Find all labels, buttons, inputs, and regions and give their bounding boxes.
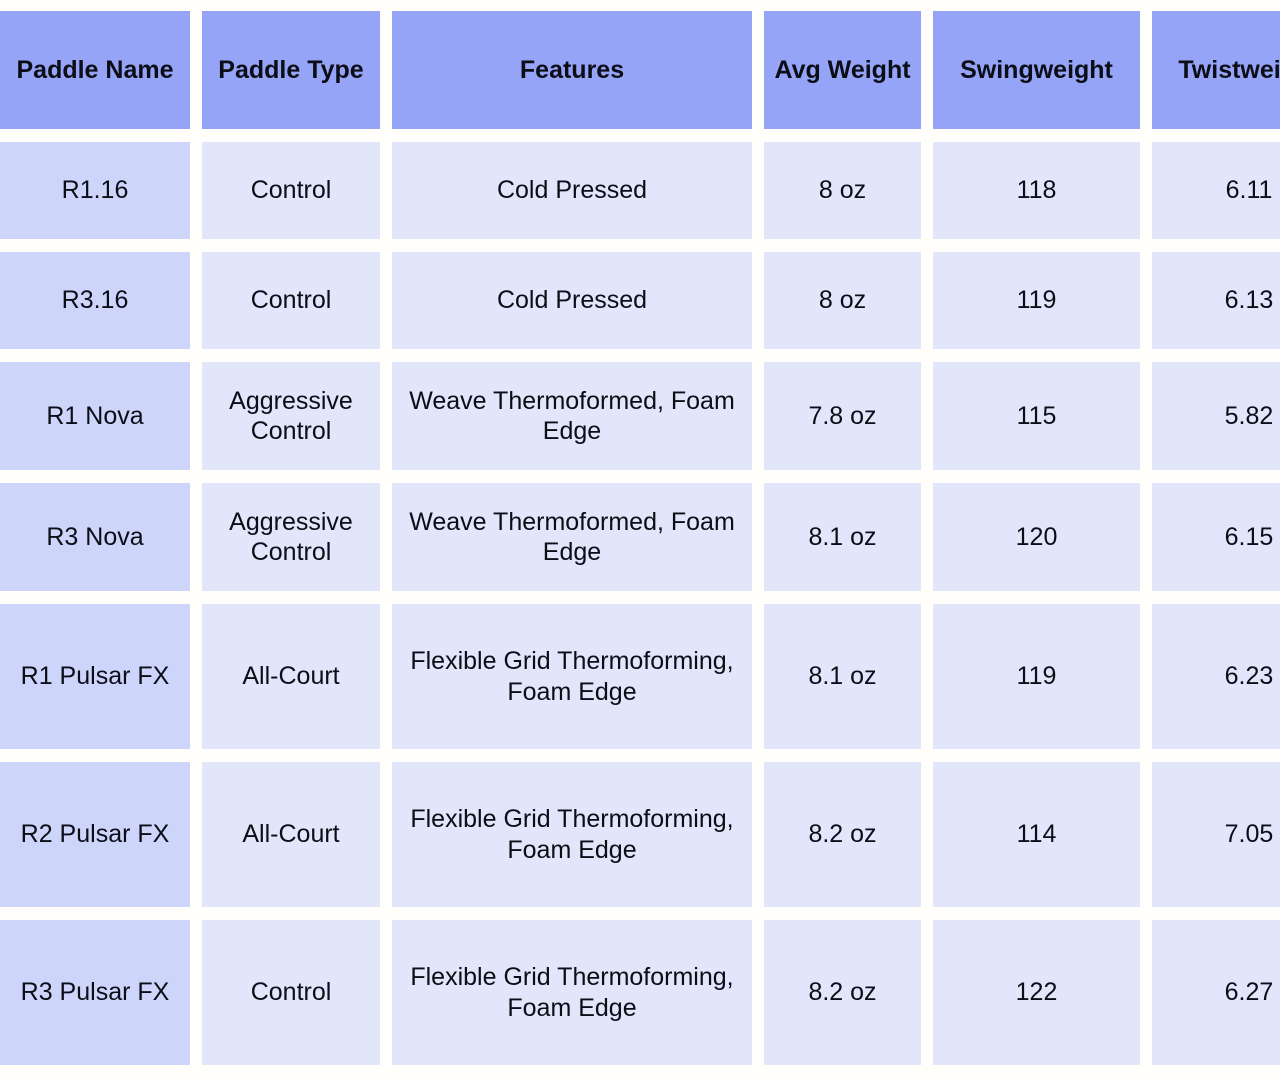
table-header: Paddle Name Paddle Type Features Avg Wei… xyxy=(0,11,1280,129)
paddle-comparison-table-container: Paddle Name Paddle Type Features Avg Wei… xyxy=(0,0,1280,1078)
cell-features: Flexible Grid Thermoforming, Foam Edge xyxy=(392,604,752,749)
table-row: R3.16 Control Cold Pressed 8 oz 119 6.13 xyxy=(0,252,1280,349)
cell-paddle-type: Control xyxy=(202,920,380,1065)
cell-paddle-name: R3.16 xyxy=(0,252,190,349)
table-row: R1.16 Control Cold Pressed 8 oz 118 6.11 xyxy=(0,142,1280,239)
cell-paddle-name: R2 Pulsar FX xyxy=(0,762,190,907)
column-header-features[interactable]: Features xyxy=(392,11,752,129)
column-header-paddle-type[interactable]: Paddle Type xyxy=(202,11,380,129)
cell-twistweight: 6.23 xyxy=(1152,604,1280,749)
column-header-paddle-name[interactable]: Paddle Name xyxy=(0,11,190,129)
column-header-avg-weight[interactable]: Avg Weight xyxy=(764,11,921,129)
cell-features: Flexible Grid Thermoforming, Foam Edge xyxy=(392,920,752,1065)
cell-twistweight: 6.13 xyxy=(1152,252,1280,349)
table-row: R1 Pulsar FX All-Court Flexible Grid The… xyxy=(0,604,1280,749)
cell-avg-weight: 8.2 oz xyxy=(764,762,921,907)
cell-features: Cold Pressed xyxy=(392,252,752,349)
column-header-twistweight[interactable]: Twistweight xyxy=(1152,11,1280,129)
header-row: Paddle Name Paddle Type Features Avg Wei… xyxy=(0,11,1280,129)
cell-avg-weight: 8 oz xyxy=(764,142,921,239)
cell-avg-weight: 8.1 oz xyxy=(764,604,921,749)
cell-twistweight: 7.05 xyxy=(1152,762,1280,907)
cell-twistweight: 6.15 xyxy=(1152,483,1280,591)
cell-twistweight: 6.11 xyxy=(1152,142,1280,239)
cell-paddle-name: R3 Nova xyxy=(0,483,190,591)
cell-paddle-type: Aggressive Control xyxy=(202,362,380,470)
cell-features: Cold Pressed xyxy=(392,142,752,239)
cell-avg-weight: 7.8 oz xyxy=(764,362,921,470)
cell-avg-weight: 8.2 oz xyxy=(764,920,921,1065)
cell-twistweight: 5.82 xyxy=(1152,362,1280,470)
table-row: R3 Nova Aggressive Control Weave Thermof… xyxy=(0,483,1280,591)
cell-swingweight: 119 xyxy=(933,604,1140,749)
cell-paddle-type: All-Court xyxy=(202,604,380,749)
table-body: R1.16 Control Cold Pressed 8 oz 118 6.11… xyxy=(0,142,1280,1065)
cell-paddle-type: Control xyxy=(202,142,380,239)
cell-avg-weight: 8 oz xyxy=(764,252,921,349)
cell-paddle-type: Aggressive Control xyxy=(202,483,380,591)
cell-swingweight: 120 xyxy=(933,483,1140,591)
cell-paddle-name: R1 Nova xyxy=(0,362,190,470)
cell-paddle-name: R1.16 xyxy=(0,142,190,239)
cell-swingweight: 115 xyxy=(933,362,1140,470)
table-row: R1 Nova Aggressive Control Weave Thermof… xyxy=(0,362,1280,470)
cell-avg-weight: 8.1 oz xyxy=(764,483,921,591)
paddle-comparison-table: Paddle Name Paddle Type Features Avg Wei… xyxy=(0,0,1280,1078)
table-row: R3 Pulsar FX Control Flexible Grid Therm… xyxy=(0,920,1280,1065)
cell-paddle-name: R1 Pulsar FX xyxy=(0,604,190,749)
cell-swingweight: 122 xyxy=(933,920,1140,1065)
table-row: R2 Pulsar FX All-Court Flexible Grid The… xyxy=(0,762,1280,907)
cell-swingweight: 118 xyxy=(933,142,1140,239)
cell-paddle-type: All-Court xyxy=(202,762,380,907)
cell-twistweight: 6.27 xyxy=(1152,920,1280,1065)
cell-paddle-type: Control xyxy=(202,252,380,349)
cell-features: Weave Thermoformed, Foam Edge xyxy=(392,362,752,470)
cell-features: Flexible Grid Thermoforming, Foam Edge xyxy=(392,762,752,907)
cell-features: Weave Thermoformed, Foam Edge xyxy=(392,483,752,591)
column-header-swingweight[interactable]: Swingweight xyxy=(933,11,1140,129)
cell-paddle-name: R3 Pulsar FX xyxy=(0,920,190,1065)
cell-swingweight: 114 xyxy=(933,762,1140,907)
cell-swingweight: 119 xyxy=(933,252,1140,349)
